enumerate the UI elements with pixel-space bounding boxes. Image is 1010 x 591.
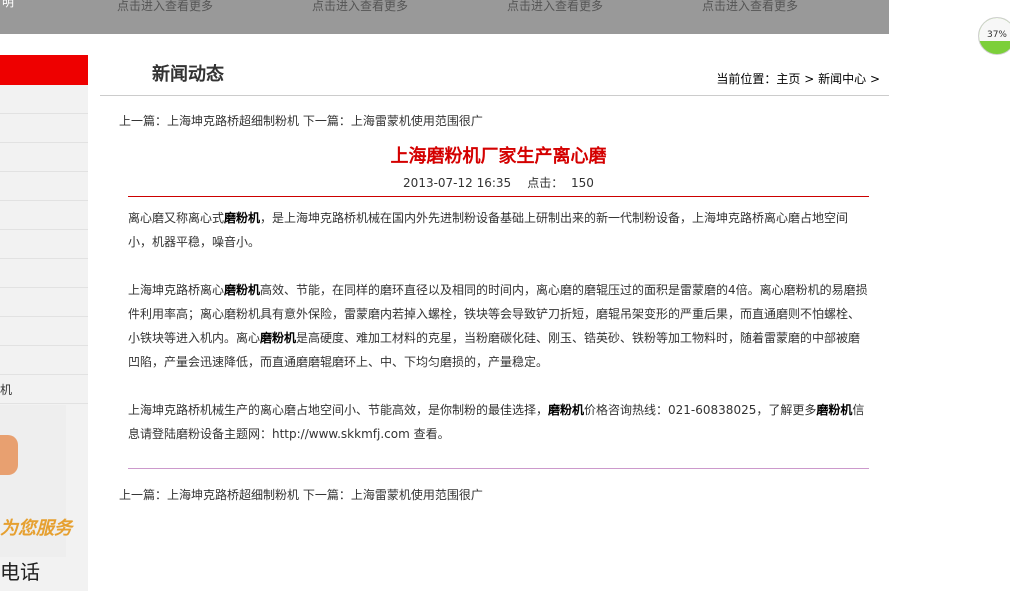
paragraph-text: 价格咨询热线：021-60838025，了解更多 bbox=[584, 403, 817, 417]
breadcrumb-separator: > bbox=[800, 72, 819, 86]
article-clicks: 点击： 150 bbox=[527, 176, 594, 190]
keyword-link[interactable]: 磨粉机 bbox=[816, 403, 852, 417]
sidebar-item[interactable] bbox=[0, 288, 88, 317]
article-bottom-divider bbox=[128, 468, 869, 469]
sidebar-item[interactable] bbox=[0, 143, 88, 172]
article-title: 上海磨粉机厂家生产离心磨 bbox=[390, 146, 607, 167]
breadcrumb-home-link[interactable]: 主页 bbox=[776, 72, 800, 86]
keyword-link[interactable]: 磨粉机 bbox=[224, 283, 260, 297]
progress-percent-text: 37% bbox=[986, 30, 1007, 40]
sidebar-item[interactable] bbox=[0, 201, 88, 230]
prev-label: 上一篇： bbox=[119, 114, 168, 128]
sidebar-item[interactable] bbox=[0, 346, 88, 375]
view-more-link-1[interactable]: 点击进入查看更多 bbox=[117, 0, 213, 14]
sidebar-item[interactable] bbox=[0, 172, 88, 201]
prev-next-nav-bottom: 上一篇：上海坤克路桥超细制粉机 下一篇：上海雷蒙机使用范围很广 bbox=[119, 486, 483, 503]
header-divider bbox=[100, 95, 889, 96]
promo-phone-text: 电话 bbox=[0, 560, 40, 584]
next-label: 下一篇： bbox=[299, 114, 351, 128]
keyword-link[interactable]: 磨粉机 bbox=[548, 403, 584, 417]
left-sidebar: 机 bbox=[0, 55, 88, 591]
next-label: 下一篇： bbox=[299, 488, 351, 502]
prev-label: 上一篇： bbox=[119, 488, 168, 502]
sidebar-item[interactable] bbox=[0, 317, 88, 346]
paragraph-text: 上海坤克路桥机械生产的离心磨占地空间小、节能高效，是你制粉的最佳选择， bbox=[128, 403, 549, 417]
prev-next-nav-top: 上一篇：上海坤克路桥超细制粉机 下一篇：上海雷蒙机使用范围很广 bbox=[119, 112, 483, 129]
sidebar-header-bar bbox=[0, 55, 88, 85]
keyword-link[interactable]: 磨粉机 bbox=[260, 331, 296, 345]
sidebar-item[interactable] bbox=[0, 259, 88, 288]
prev-article-link[interactable]: 上海坤克路桥超细制粉机 bbox=[167, 488, 299, 502]
breadcrumb-separator: > bbox=[866, 72, 880, 86]
paragraph-text: 离心磨又称离心式 bbox=[128, 211, 225, 225]
sidebar-item[interactable] bbox=[0, 114, 88, 143]
breadcrumb: 当前位置：主页 > 新闻中心 > bbox=[716, 70, 880, 87]
sidebar-partial-item-text[interactable]: 机 bbox=[0, 381, 12, 398]
page-title: 新闻动态 bbox=[152, 64, 224, 85]
title-divider bbox=[128, 196, 869, 197]
sidebar-item[interactable] bbox=[0, 85, 88, 114]
paragraph-text: 上海坤克路桥离心 bbox=[128, 283, 225, 297]
article-meta: 2013-07-12 16:35 点击： 150 bbox=[128, 174, 869, 191]
keyword-link[interactable]: 磨粉机 bbox=[224, 211, 260, 225]
topbar-cutoff-text: 明 bbox=[2, 0, 15, 9]
article-paragraph: 上海坤克路桥离心磨粉机高效、节能，在同样的磨环直径以及相同的时间内，离心磨的磨辊… bbox=[128, 278, 869, 374]
sidebar-item[interactable] bbox=[0, 375, 88, 404]
top-nav-bar: 明 点击进入查看更多 点击进入查看更多 点击进入查看更多 点击进入查看更多 bbox=[0, 0, 889, 34]
view-more-link-3[interactable]: 点击进入查看更多 bbox=[507, 0, 603, 14]
article-paragraph: 离心磨又称离心式磨粉机，是上海坤克路桥机械在国内外先进制粉设备基础上研制出来的新… bbox=[128, 206, 869, 254]
promo-service-text: 为您服务 bbox=[0, 518, 72, 539]
service-figure-icon bbox=[0, 435, 18, 475]
breadcrumb-prefix: 当前位置： bbox=[716, 72, 777, 86]
prev-article-link[interactable]: 上海坤克路桥超细制粉机 bbox=[167, 114, 299, 128]
clicks-label: 点击： bbox=[527, 176, 564, 190]
article-body: 离心磨又称离心式磨粉机，是上海坤克路桥机械在国内外先进制粉设备基础上研制出来的新… bbox=[128, 206, 869, 446]
progress-ball-widget[interactable]: 37% bbox=[978, 17, 1010, 55]
next-article-link[interactable]: 上海雷蒙机使用范围很广 bbox=[351, 114, 483, 128]
breadcrumb-news-link[interactable]: 新闻中心 bbox=[818, 72, 866, 86]
article-paragraph: 上海坤克路桥机械生产的离心磨占地空间小、节能高效，是你制粉的最佳选择，磨粉机价格… bbox=[128, 398, 869, 446]
next-article-link[interactable]: 上海雷蒙机使用范围很广 bbox=[351, 488, 483, 502]
article-date: 2013-07-12 16:35 bbox=[403, 176, 512, 190]
view-more-link-4[interactable]: 点击进入查看更多 bbox=[702, 0, 798, 14]
view-more-link-2[interactable]: 点击进入查看更多 bbox=[312, 0, 408, 14]
sidebar-item[interactable] bbox=[0, 230, 88, 259]
clicks-value: 150 bbox=[571, 176, 594, 190]
